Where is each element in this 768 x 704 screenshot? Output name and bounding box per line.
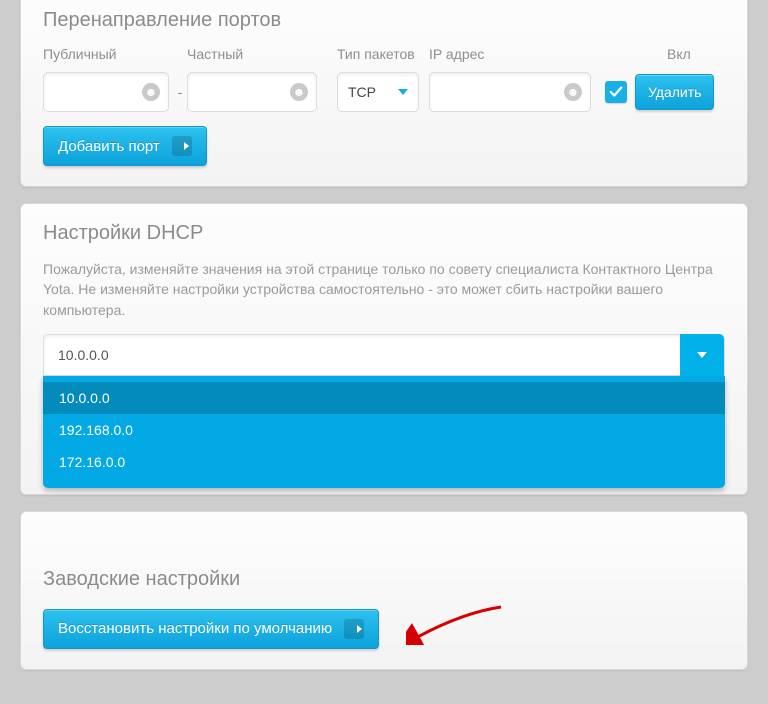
private-port-input[interactable] <box>198 84 258 100</box>
restore-defaults-label: Восстановить настройки по умолчанию <box>58 620 332 637</box>
dhcp-select[interactable]: 10.0.0.0 10.0.0.0192.168.0.0172.16.0.0 <box>43 334 725 488</box>
check-icon <box>609 85 623 99</box>
ip-address-input[interactable] <box>440 84 560 100</box>
port-forwarding-title: Перенаправление портов <box>43 9 725 32</box>
chevron-down-icon <box>697 352 707 358</box>
header-packet-type: Тип пакетов <box>337 46 429 62</box>
public-port-input[interactable] <box>54 84 114 100</box>
dhcp-option[interactable]: 10.0.0.0 <box>43 382 725 414</box>
clear-icon[interactable]: ☻ <box>564 83 582 101</box>
clear-icon[interactable]: ☻ <box>142 83 160 101</box>
chevron-right-icon <box>172 136 192 156</box>
port-forwarding-row: ☻ - ☻ TCP ☻ <box>43 72 725 112</box>
enable-checkbox[interactable] <box>605 81 627 103</box>
chevron-right-icon <box>344 619 364 639</box>
dhcp-selected-value: 10.0.0.0 <box>58 347 109 363</box>
dhcp-option[interactable]: 192.168.0.0 <box>43 414 725 446</box>
factory-settings-panel: Заводские настройки Восстановить настрой… <box>20 511 748 670</box>
dhcp-option[interactable]: 172.16.0.0 <box>43 446 725 478</box>
header-ip: IP адрес <box>429 46 597 62</box>
delete-button[interactable]: Удалить <box>635 74 714 110</box>
port-forwarding-panel: Перенаправление портов Публичный Частный… <box>20 0 748 187</box>
dhcp-panel: Настройки DHCP Пожалуйста, изменяйте зна… <box>20 203 748 495</box>
packet-type-select[interactable]: TCP <box>337 72 419 112</box>
dhcp-title: Настройки DHCP <box>43 222 725 245</box>
chevron-down-icon <box>398 89 408 95</box>
add-port-button[interactable]: Добавить порт <box>43 126 207 166</box>
clear-icon[interactable]: ☻ <box>290 83 308 101</box>
factory-title: Заводские настройки <box>43 568 725 591</box>
annotation-arrow-icon <box>406 605 506 645</box>
dhcp-description: Пожалуйста, изменяйте значения на этой с… <box>43 259 725 320</box>
ip-address-input-box[interactable]: ☻ <box>429 72 591 112</box>
port-forwarding-headers: Публичный Частный Тип пакетов IP адрес В… <box>43 46 725 62</box>
dhcp-options-list: 10.0.0.0192.168.0.0172.16.0.0 <box>43 376 725 488</box>
dhcp-select-toggle[interactable] <box>680 334 724 376</box>
restore-defaults-button[interactable]: Восстановить настройки по умолчанию <box>43 609 379 649</box>
port-range-separator: - <box>173 84 187 100</box>
public-port-input-box[interactable]: ☻ <box>43 72 169 112</box>
header-enable: Вкл <box>667 46 725 62</box>
delete-button-label: Удалить <box>648 84 701 100</box>
private-port-input-box[interactable]: ☻ <box>187 72 317 112</box>
add-port-label: Добавить порт <box>58 138 160 155</box>
dhcp-select-display[interactable]: 10.0.0.0 <box>43 334 725 376</box>
packet-type-value: TCP <box>348 84 376 100</box>
header-public: Публичный <box>43 46 173 62</box>
header-private: Частный <box>187 46 325 62</box>
